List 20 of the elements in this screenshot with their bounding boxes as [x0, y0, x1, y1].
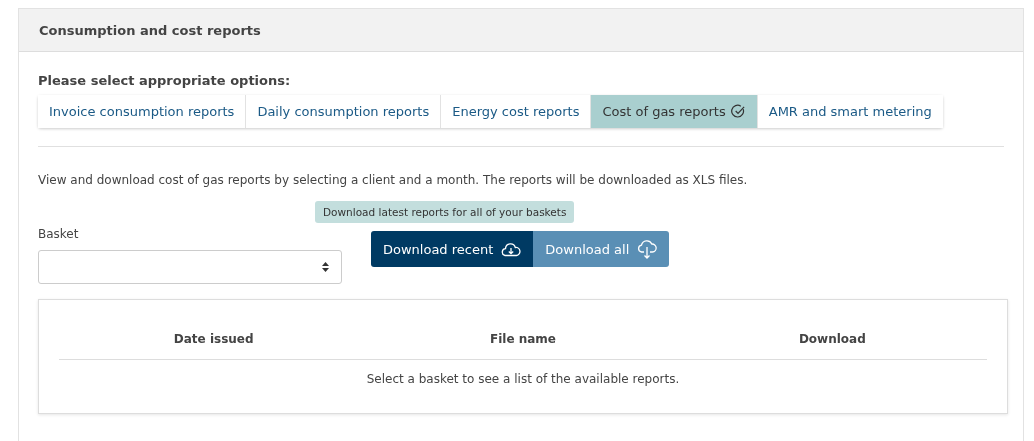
cloud-download-icon [637, 239, 658, 259]
report-tab[interactable]: Invoice consumption reports [38, 95, 247, 128]
report-tab[interactable]: Energy cost reports [441, 95, 592, 128]
tooltip: Download latest reports for all of your baskets [315, 201, 575, 223]
check-circle-icon [730, 104, 746, 119]
sort-arrows-icon [322, 262, 329, 272]
column-header: File name [488, 332, 557, 346]
description-text: View and download cost of gas reports by selecting a client and a month. The reports will be downloaded as XLS files. [38, 173, 749, 187]
report-tab[interactable]: AMR and smart metering [757, 95, 943, 128]
cloud-download-icon [501, 241, 522, 257]
column-header: Date issued [172, 332, 255, 346]
empty-message: Select a basket to see a list of the available reports. [365, 372, 681, 386]
options-label: Please select appropriate options: [38, 73, 292, 88]
download-recent-button[interactable]: Download recent [371, 231, 534, 267]
basket-label: Basket [38, 227, 80, 241]
column-header: Download [797, 332, 867, 346]
panel-title: Consumption and cost reports [39, 22, 261, 38]
basket-select[interactable] [38, 250, 342, 284]
report-tab[interactable]: Cost of gas reports [591, 95, 758, 128]
report-tab[interactable]: Daily consumption reports [246, 95, 442, 128]
